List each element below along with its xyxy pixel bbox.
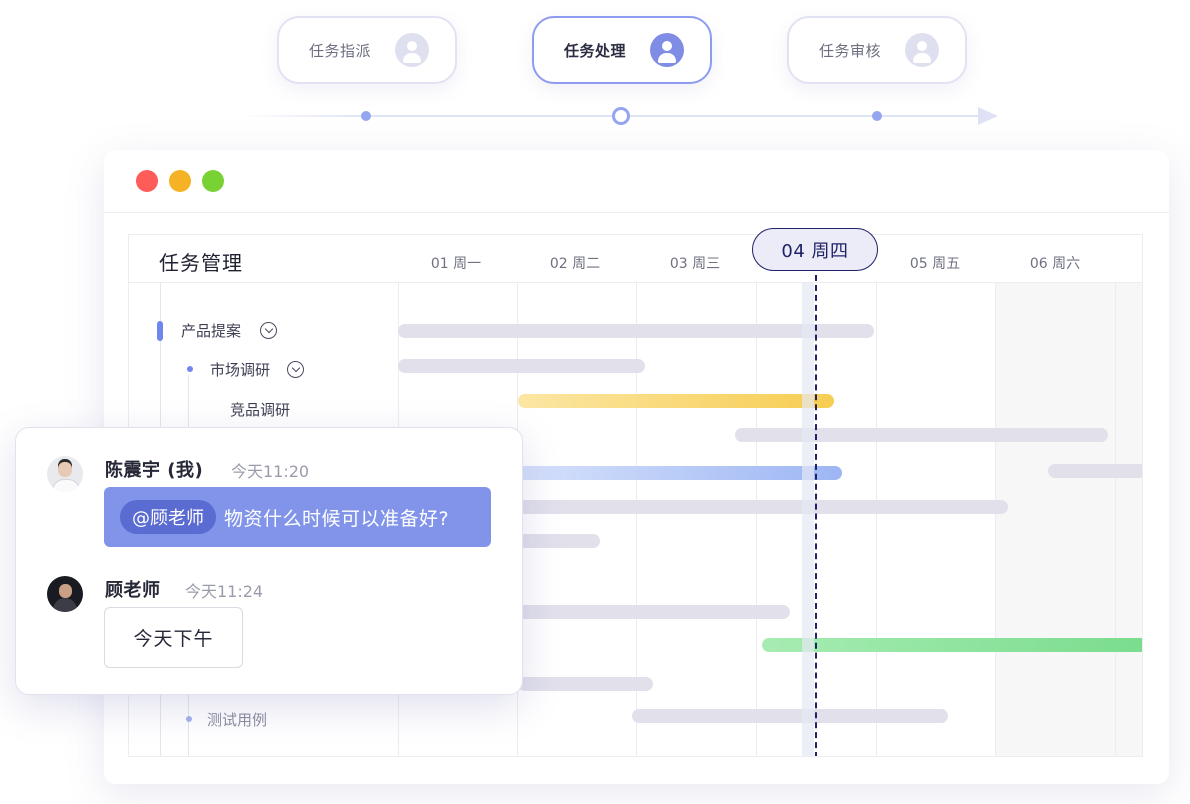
task-marker [187,366,193,372]
avatar [47,576,83,612]
message-bubble: @顾老师 物资什么时候可以准备好? [104,487,491,547]
user-icon [395,33,429,67]
close-window-button[interactable] [136,170,158,192]
step-label: 任务处理 [564,41,627,60]
task-bar[interactable] [398,359,645,373]
step-task-assign[interactable]: 任务指派 [277,16,457,84]
user-icon [905,33,939,67]
gantt-header: 任务管理 01 周一 02 周二 03 周三 05 周五 06 周六 [129,235,1142,283]
timeline-line [370,115,980,117]
timeline-line [240,115,365,117]
day-header: 06 周六 [1029,256,1081,272]
column-divider [1115,283,1116,756]
day-header: 05 周五 [909,256,961,272]
timeline-current-node [612,107,630,125]
timeline-dot [872,111,882,121]
message-time: 今天11:24 [185,582,264,601]
task-bar[interactable] [1048,464,1142,478]
task-bar[interactable] [735,428,1108,442]
step-label: 任务审核 [819,41,882,60]
task-bar[interactable] [632,709,948,723]
chat-panel: 陈震宇 (我) 今天11:20 @顾老师 物资什么时候可以准备好? 顾老师 今天… [15,427,523,695]
task-marker [157,321,163,341]
arrow-right-icon [978,107,998,125]
step-task-review[interactable]: 任务审核 [787,16,967,84]
task-bar[interactable] [518,534,600,548]
timeline-dot [361,111,371,121]
message-text: 物资什么时候可以准备好? [224,507,450,530]
task-bar[interactable] [518,605,790,619]
weekend-column [995,283,1142,756]
today-marker-badge: 04 周四 [752,228,878,271]
message-sender: 顾老师 [105,580,161,601]
step-task-process[interactable]: 任务处理 [532,16,712,84]
mention-tag[interactable]: @顾老师 [120,500,216,534]
day-header: 01 周一 [430,256,482,272]
avatar [47,456,83,492]
message-sender: 陈震宇 (我) [105,460,204,481]
message-time: 今天11:20 [231,462,310,481]
task-bar[interactable] [518,466,842,480]
column-divider [756,283,757,756]
task-label[interactable]: 竞品调研 [230,399,290,420]
column-divider [876,283,877,756]
task-label[interactable]: 测试用例 [207,709,267,730]
task-marker [186,716,192,722]
task-bar[interactable] [518,394,834,408]
task-bar[interactable] [518,500,1008,514]
task-label[interactable]: 产品提案 [181,320,241,341]
minimize-window-button[interactable] [169,170,191,192]
chevron-down-icon[interactable] [287,361,304,378]
task-bar[interactable] [762,638,1142,652]
step-label: 任务指派 [309,41,372,60]
day-header: 03 周三 [669,256,721,272]
today-marker-line [815,275,817,756]
day-header: 02 周二 [549,256,601,272]
window-title-bar [104,150,1169,213]
page-title: 任务管理 [159,251,243,275]
chevron-down-icon[interactable] [260,322,277,339]
task-bar[interactable] [518,677,653,691]
message-bubble: 今天下午 [104,607,243,668]
today-column-highlight [802,283,814,756]
maximize-window-button[interactable] [202,170,224,192]
user-icon [650,33,684,67]
column-divider [995,283,996,756]
task-label[interactable]: 市场调研 [210,359,270,380]
